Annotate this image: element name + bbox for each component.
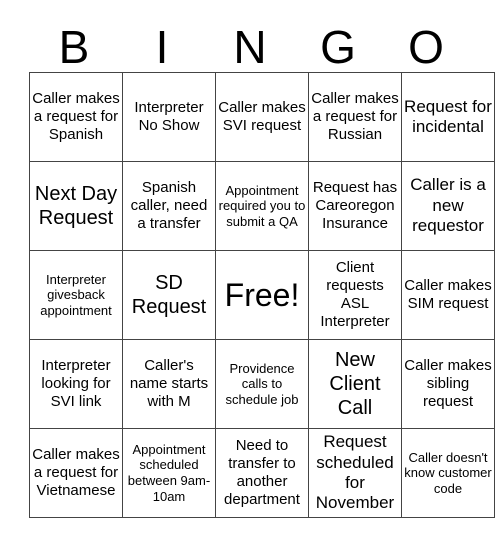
board-row: Interpreter givesback appointment SD Req… xyxy=(29,250,495,340)
board-row: Interpreter looking for SVI link Caller'… xyxy=(29,339,495,429)
bingo-cell[interactable]: Appointment required you to submit a QA xyxy=(215,161,309,251)
bingo-cell[interactable]: Client requests ASL Interpreter xyxy=(308,250,402,340)
header-letter-g: G xyxy=(320,21,356,73)
bingo-header: B I N G O xyxy=(30,22,470,72)
bingo-cell[interactable]: SD Request xyxy=(122,250,216,340)
bingo-cell[interactable]: Next Day Request xyxy=(29,161,123,251)
bingo-cell[interactable]: Caller makes a request for Spanish xyxy=(29,72,123,162)
header-letter-b: B xyxy=(58,21,90,73)
bingo-cell[interactable]: Caller makes SVI request xyxy=(215,72,309,162)
bingo-cell[interactable]: Interpreter looking for SVI link xyxy=(29,339,123,429)
bingo-cell[interactable]: Request has Careoregon Insurance xyxy=(308,161,402,251)
bingo-cell[interactable]: Interpreter No Show xyxy=(122,72,216,162)
bingo-cell[interactable]: Caller makes SIM request xyxy=(401,250,495,340)
header-letter-n: N xyxy=(233,21,267,73)
bingo-cell[interactable]: Caller is a new requestor xyxy=(401,161,495,251)
bingo-cell[interactable]: Providence calls to schedule job xyxy=(215,339,309,429)
header-letter-i: I xyxy=(155,21,169,73)
free-space[interactable]: Free! xyxy=(215,250,309,340)
bingo-cell[interactable]: Spanish caller, need a transfer xyxy=(122,161,216,251)
bingo-cell[interactable]: Caller's name starts with M xyxy=(122,339,216,429)
board-row: Next Day Request Spanish caller, need a … xyxy=(29,161,495,251)
bingo-board: Caller makes a request for Spanish Inter… xyxy=(29,72,495,518)
bingo-cell[interactable]: Caller doesn't know customer code xyxy=(401,428,495,518)
bingo-cell[interactable]: New Client Call xyxy=(308,339,402,429)
bingo-cell[interactable]: Need to transfer to another department xyxy=(215,428,309,518)
board-row: Caller makes a request for Vietnamese Ap… xyxy=(29,428,495,518)
bingo-cell[interactable]: Interpreter givesback appointment xyxy=(29,250,123,340)
bingo-cell[interactable]: Caller makes a request for Russian xyxy=(308,72,402,162)
bingo-cell[interactable]: Appointment scheduled between 9am-10am xyxy=(122,428,216,518)
board-row: Caller makes a request for Spanish Inter… xyxy=(29,72,495,162)
bingo-cell[interactable]: Caller makes a request for Vietnamese xyxy=(29,428,123,518)
bingo-cell[interactable]: Request for incidental xyxy=(401,72,495,162)
bingo-cell[interactable]: Caller makes sibling request xyxy=(401,339,495,429)
header-letter-o: O xyxy=(408,21,444,73)
bingo-cell[interactable]: Request scheduled for November xyxy=(308,428,402,518)
